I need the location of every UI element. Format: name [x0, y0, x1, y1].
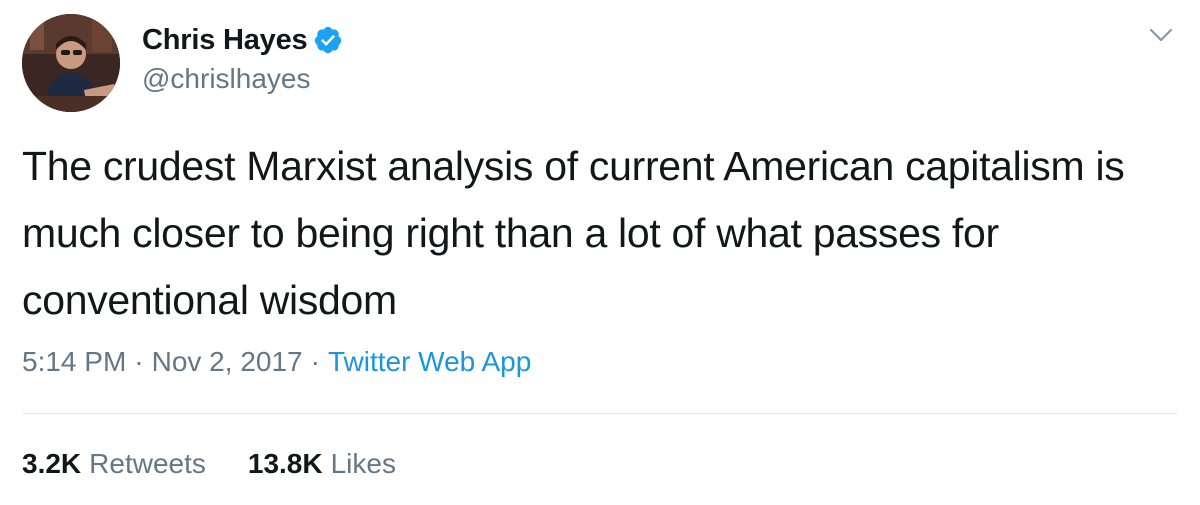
likes-stat[interactable]: 13.8K Likes [248, 448, 396, 480]
name-row: Chris Hayes [142, 22, 343, 58]
verified-badge-icon [313, 25, 343, 55]
chevron-down-icon[interactable] [1148, 22, 1174, 48]
divider [22, 413, 1178, 414]
retweets-stat[interactable]: 3.2K Retweets [22, 448, 206, 480]
retweets-count: 3.2K [22, 448, 82, 479]
user-handle[interactable]: @chrislhayes [142, 63, 310, 95]
avatar[interactable] [22, 14, 120, 112]
display-name[interactable]: Chris Hayes [142, 24, 308, 57]
tweet-source-link[interactable]: Twitter Web App [328, 346, 531, 377]
likes-count: 13.8K [247, 448, 323, 479]
likes-label: Likes [330, 448, 396, 479]
avatar-photo [22, 14, 120, 112]
meta-separator: · [310, 346, 320, 377]
tweet-text: The crudest Marxist analysis of current … [22, 143, 1125, 323]
meta-separator: · [134, 346, 144, 377]
tweet-time[interactable]: 5:14 PM [22, 346, 126, 377]
tweet-meta: 5:14 PM · Nov 2, 2017 · Twitter Web App [22, 346, 531, 378]
tweet-card: Chris Hayes @chrislhayes The crudest Mar… [0, 0, 1200, 505]
retweets-label: Retweets [89, 448, 206, 479]
tweet-date[interactable]: Nov 2, 2017 [152, 346, 303, 377]
tweet-stats: 3.2K Retweets 13.8K Likes [22, 448, 396, 480]
